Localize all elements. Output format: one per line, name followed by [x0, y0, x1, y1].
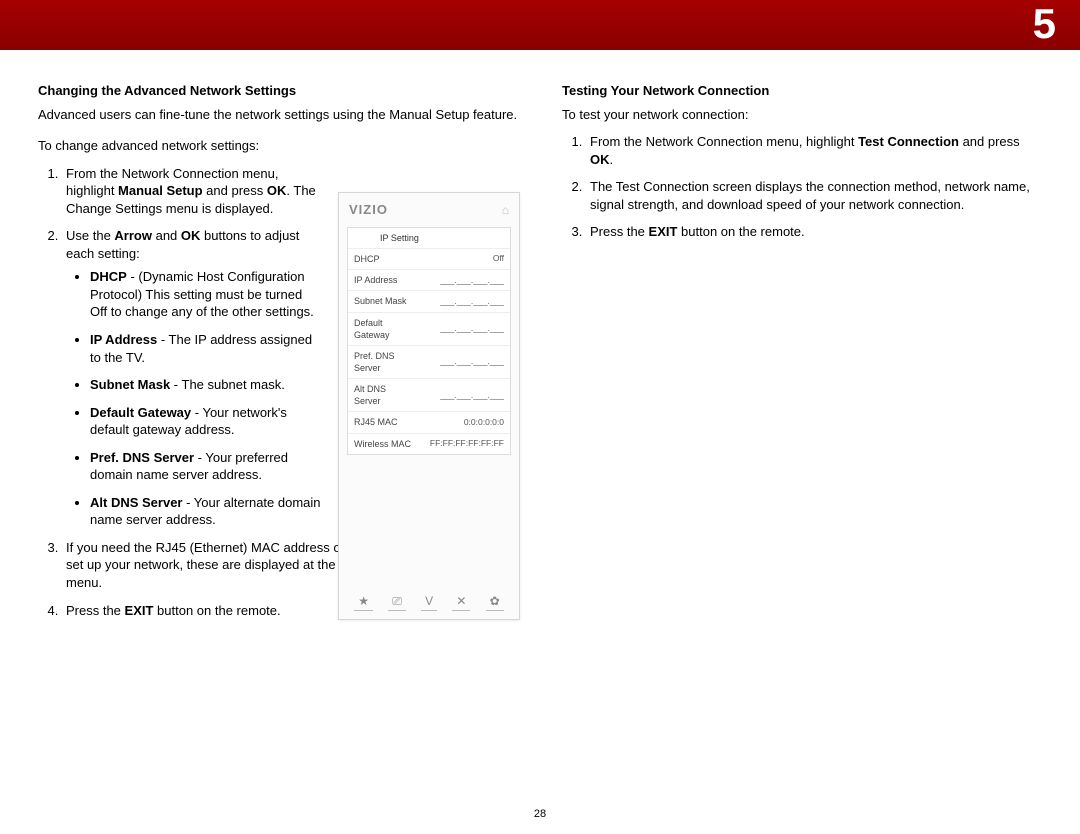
- text: Use the: [66, 228, 114, 243]
- row-label: Pref. DNS Server: [354, 350, 414, 374]
- row-value: ___.___.___.___: [440, 390, 504, 401]
- bold-text: Test Connection: [858, 134, 959, 149]
- row-value: ___.___.___.___: [440, 356, 504, 367]
- settings-bullets: DHCP - (Dynamic Host Configuration Proto…: [66, 268, 322, 529]
- text: Press the: [590, 224, 649, 239]
- close-icon: ✕: [452, 593, 470, 611]
- right-step-2: The Test Connection screen displays the …: [586, 178, 1042, 213]
- device-row-ip: IP Address ___.___.___.___: [348, 270, 510, 291]
- header-bar: 5: [0, 0, 1080, 50]
- bullet-ip: IP Address - The IP address assigned to …: [90, 331, 320, 366]
- bold-text: Subnet Mask: [90, 377, 170, 392]
- page-number: 28: [0, 808, 1080, 820]
- bold-text: Default Gateway: [90, 405, 191, 420]
- page-content: Changing the Advanced Network Settings A…: [0, 50, 1080, 629]
- left-step-2: Use the Arrow and OK buttons to adjust e…: [62, 227, 322, 529]
- row-label: Default Gateway: [354, 317, 414, 341]
- row-value: ___.___.___.___: [440, 275, 504, 286]
- bold-text: Arrow: [114, 228, 152, 243]
- row-value: ___.___.___.___: [440, 323, 504, 334]
- device-header: VIZIO ⌂: [339, 193, 519, 227]
- row-value: Off: [493, 253, 504, 264]
- right-step-3: Press the EXIT button on the remote.: [586, 223, 1042, 241]
- row-label: Wireless MAC: [354, 438, 411, 450]
- screen-icon: ⎚: [388, 593, 406, 611]
- bold-text: IP Address: [90, 332, 157, 347]
- vizio-logo: VIZIO: [349, 201, 388, 219]
- device-row-rj45: RJ45 MAC 0:0:0:0:0:0: [348, 412, 510, 433]
- device-list: IP Setting DHCP Off IP Address ___.___.___…: [347, 227, 511, 455]
- right-steps: From the Network Connection menu, highli…: [562, 133, 1042, 241]
- left-lead: To change advanced network settings:: [38, 137, 518, 155]
- row-label: Alt DNS Server: [354, 383, 414, 407]
- bold-text: OK: [590, 152, 610, 167]
- device-list-title: IP Setting: [348, 228, 510, 249]
- row-label: RJ45 MAC: [354, 416, 398, 428]
- row-value: 0:0:0:0:0:0: [464, 417, 504, 428]
- bold-text: DHCP: [90, 269, 127, 284]
- bold-text: Manual Setup: [118, 183, 203, 198]
- chapter-number: 5: [1033, 0, 1056, 48]
- text: .: [610, 152, 614, 167]
- right-lead: To test your network connection:: [562, 106, 1042, 124]
- text: and: [152, 228, 181, 243]
- bold-text: OK: [267, 183, 287, 198]
- device-row-gateway: Default Gateway ___.___.___.___: [348, 313, 510, 346]
- right-column: Testing Your Network Connection To test …: [562, 82, 1042, 629]
- row-value: ___.___.___.___: [440, 296, 504, 307]
- device-footer: ★ ⎚ V ✕ ✿: [339, 593, 519, 611]
- row-label: Subnet Mask: [354, 295, 407, 307]
- left-column: Changing the Advanced Network Settings A…: [38, 82, 518, 629]
- text: and press: [203, 183, 267, 198]
- bold-text: Pref. DNS Server: [90, 450, 194, 465]
- text: button on the remote.: [677, 224, 804, 239]
- bold-text: EXIT: [649, 224, 678, 239]
- row-value: FF:FF:FF:FF:FF:FF: [430, 438, 504, 449]
- left-section-title: Changing the Advanced Network Settings: [38, 82, 518, 100]
- row-label: DHCP: [354, 253, 380, 265]
- device-screenshot: VIZIO ⌂ IP Setting DHCP Off IP Address ___…: [338, 192, 520, 620]
- gear-icon: ✿: [486, 593, 504, 611]
- text: button on the remote.: [153, 603, 280, 618]
- right-step-1: From the Network Connection menu, highli…: [586, 133, 1042, 168]
- right-section-title: Testing Your Network Connection: [562, 82, 1042, 100]
- v-icon: V: [421, 593, 437, 611]
- device-row-dhcp: DHCP Off: [348, 249, 510, 270]
- home-icon: ⌂: [502, 202, 509, 218]
- left-step-1: From the Network Connection menu, highli…: [62, 165, 322, 218]
- bullet-gateway: Default Gateway - Your network's default…: [90, 404, 320, 439]
- star-icon: ★: [354, 593, 373, 611]
- bullet-subnet: Subnet Mask - The subnet mask.: [90, 376, 320, 394]
- bold-text: Alt DNS Server: [90, 495, 182, 510]
- bullet-dhcp: DHCP - (Dynamic Host Configuration Proto…: [90, 268, 320, 321]
- device-row-prefdns: Pref. DNS Server ___.___.___.___: [348, 346, 510, 379]
- text: - The subnet mask.: [170, 377, 285, 392]
- text: and press: [959, 134, 1020, 149]
- device-row-altdns: Alt DNS Server ___.___.___.___: [348, 379, 510, 412]
- text: From the Network Connection menu, highli…: [590, 134, 858, 149]
- bold-text: EXIT: [125, 603, 154, 618]
- bold-text: OK: [181, 228, 201, 243]
- bullet-pref-dns: Pref. DNS Server - Your preferred domain…: [90, 449, 320, 484]
- text: Press the: [66, 603, 125, 618]
- device-row-subnet: Subnet Mask ___.___.___.___: [348, 291, 510, 312]
- bullet-alt-dns: Alt DNS Server - Your alternate domain n…: [90, 494, 322, 529]
- row-label: IP Address: [354, 274, 397, 286]
- left-intro: Advanced users can fine-tune the network…: [38, 106, 518, 124]
- device-row-wireless: Wireless MAC FF:FF:FF:FF:FF:FF: [348, 434, 510, 454]
